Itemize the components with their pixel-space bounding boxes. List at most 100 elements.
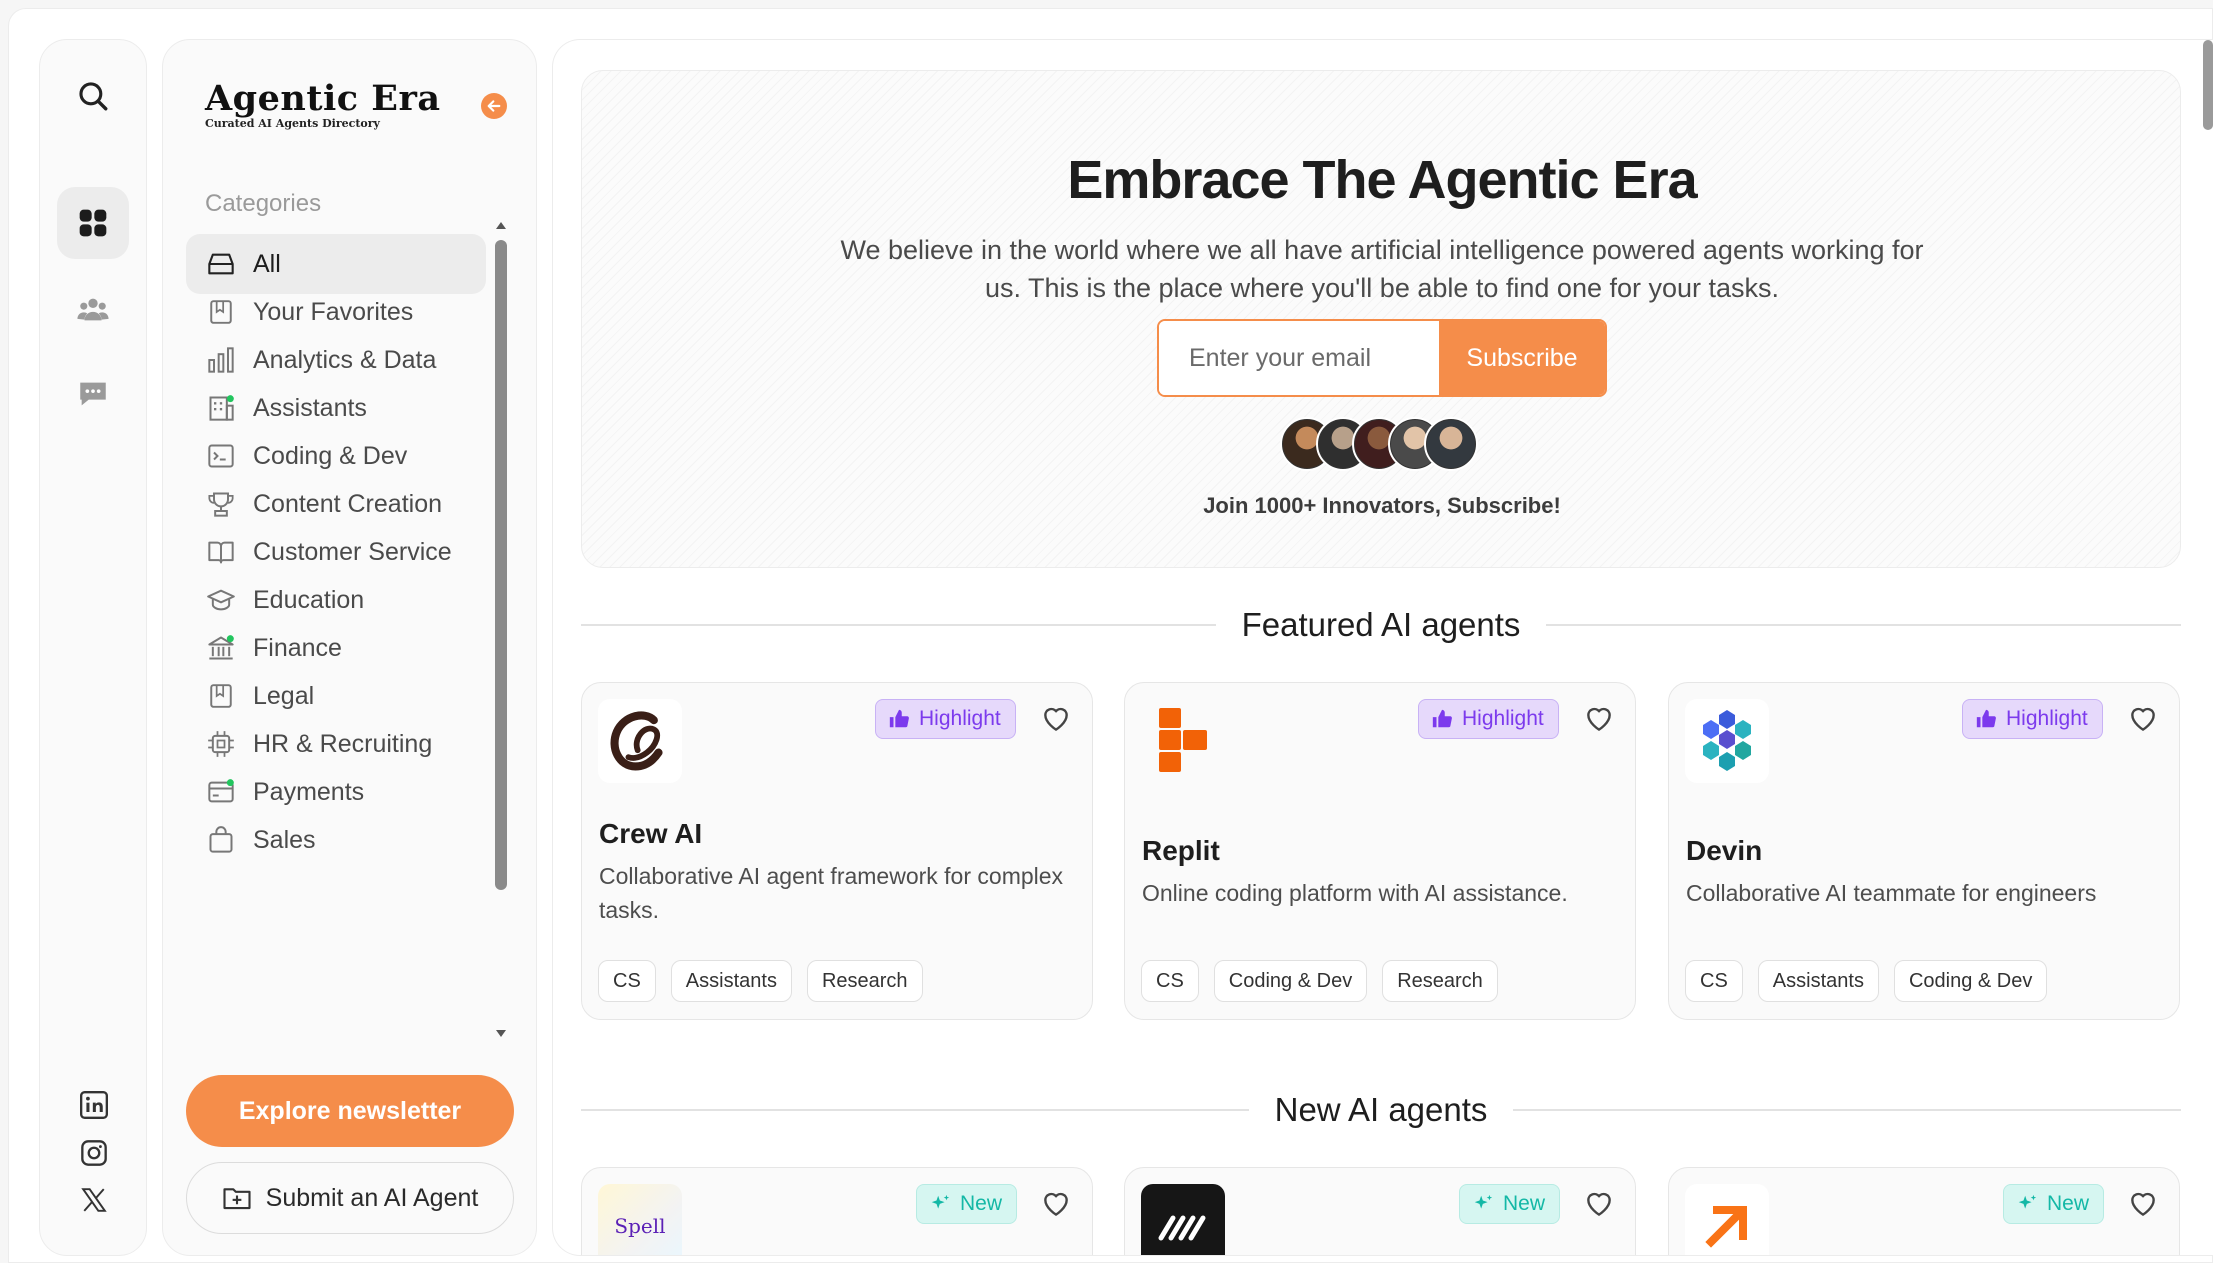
agent-description: Collaborative AI teammate for engineers: [1686, 880, 2097, 906]
spell-logo: Spell: [598, 1184, 682, 1255]
devin-logo: [1685, 699, 1769, 783]
favorite-button[interactable]: [1038, 1186, 1074, 1222]
agent-name: Devin: [1686, 835, 1763, 866]
email-input[interactable]: [1159, 321, 1439, 395]
favorite-button[interactable]: [1038, 701, 1074, 737]
tag[interactable]: Coding & Dev: [1213, 960, 1368, 1002]
agent-description: Online coding platform with AI assistanc…: [1142, 880, 1568, 906]
tag[interactable]: Assistants: [1757, 960, 1879, 1002]
graduation-cap-icon: [206, 585, 236, 615]
tag[interactable]: CS: [1141, 960, 1199, 1002]
tag[interactable]: Research: [1382, 960, 1498, 1002]
thumbs-up-icon: [1432, 709, 1452, 728]
agent-card-devin[interactable]: Highlight Devin Collaborative AI teammat…: [1668, 682, 2180, 1020]
badge-label: New: [1503, 1192, 1546, 1215]
agent-logo: [1141, 1184, 1225, 1255]
hero-description: We believe in the world where we all hav…: [840, 235, 1924, 303]
category-label: Sales: [253, 825, 316, 854]
subscriber-avatars: [1280, 417, 1478, 473]
agent-tags: CS Assistants Research: [598, 960, 938, 1002]
category-label: All: [253, 249, 281, 278]
new-badge: New: [2003, 1184, 2105, 1224]
scrollbar-thumb[interactable]: [495, 240, 507, 890]
category-sales[interactable]: Sales: [186, 810, 486, 870]
chat-button[interactable]: [57, 358, 129, 430]
collapse-sidebar-button[interactable]: [481, 93, 507, 119]
arrow-left-icon: [487, 100, 501, 112]
explore-newsletter-button[interactable]: Explore newsletter: [186, 1075, 514, 1147]
agent-card-crew-ai[interactable]: Highlight Crew AI Collaborative AI agent…: [581, 682, 1093, 1020]
heart-icon: [1587, 1192, 1611, 1216]
new-badge: New: [916, 1184, 1018, 1224]
heart-icon: [1587, 707, 1611, 731]
building-icon: [206, 393, 236, 423]
page-scrollbar[interactable]: [2203, 40, 2213, 130]
highlight-badge: Highlight: [875, 699, 1016, 739]
credit-card-icon: [206, 777, 236, 807]
linkedin-link[interactable]: [74, 1085, 114, 1125]
heart-icon: [2131, 1192, 2155, 1216]
agent-card-spell[interactable]: Spell New: [581, 1167, 1093, 1255]
users-icon: [77, 298, 109, 321]
terminal-icon: [206, 441, 236, 471]
category-label: Assistants: [253, 393, 367, 422]
featured-title: Featured AI agents: [1241, 606, 1521, 643]
grid-icon: [79, 209, 107, 237]
directory-button[interactable]: [57, 187, 129, 259]
badge-label: Highlight: [2006, 707, 2088, 730]
folder-plus-icon: [223, 1188, 251, 1210]
thumbs-up-icon: [889, 709, 909, 728]
highlight-badge: Highlight: [1962, 699, 2103, 739]
agent-card-new-3[interactable]: New: [1668, 1167, 2180, 1255]
submit-agent-label: Submit an AI Agent: [265, 1183, 479, 1212]
bookmark-icon: [206, 297, 236, 327]
icon-rail: [39, 39, 147, 1256]
category-label: Legal: [253, 681, 315, 710]
instagram-link[interactable]: [74, 1133, 114, 1173]
tag[interactable]: Coding & Dev: [1893, 960, 2048, 1002]
main-content: Embrace The Agentic Era We believe in th…: [552, 39, 2213, 1256]
favorite-button[interactable]: [2125, 1186, 2161, 1222]
trophy-icon: [206, 489, 236, 519]
agent-name: Replit: [1142, 835, 1220, 866]
new-agents-title: New AI agents: [1274, 1091, 1488, 1128]
subscribe-button[interactable]: Subscribe: [1439, 321, 1605, 395]
favorite-button[interactable]: [1581, 1186, 1617, 1222]
sparkles-icon: [1474, 1194, 1493, 1209]
brand-logo[interactable]: Agentic Era Curated AI Agents Directory: [205, 78, 441, 130]
tag[interactable]: CS: [1685, 960, 1743, 1002]
heart-icon: [1044, 1192, 1068, 1216]
spell-logo-text: Spell: [614, 1214, 666, 1238]
divider: [581, 1109, 1249, 1111]
agent-card-new-2[interactable]: New: [1124, 1167, 1636, 1255]
search-icon: [79, 82, 108, 111]
search-button[interactable]: [57, 60, 129, 132]
community-button[interactable]: [57, 273, 129, 345]
agent-card-replit[interactable]: Highlight Replit Online coding platform …: [1124, 682, 1636, 1020]
submit-agent-button[interactable]: Submit an AI Agent: [186, 1162, 514, 1234]
thumbs-up-icon: [1976, 709, 1996, 728]
category-label: Payments: [253, 777, 365, 806]
bookmark-icon: [206, 681, 236, 711]
category-label: Coding & Dev: [253, 441, 408, 470]
tag[interactable]: Research: [806, 960, 923, 1002]
chat-icon: [80, 382, 106, 406]
x-link[interactable]: [74, 1180, 114, 1220]
new-badge: New: [1459, 1184, 1561, 1224]
category-label: Education: [253, 585, 365, 614]
agent-logo: [1685, 1184, 1769, 1255]
sparkles-icon: [2018, 1194, 2037, 1209]
new-agents-heading: New AI agents: [581, 1090, 2182, 1130]
tag[interactable]: Assistants: [670, 960, 792, 1002]
agent-tags: CS Assistants Coding & Dev: [1685, 960, 2062, 1002]
crew-ai-logo: [598, 699, 682, 783]
category-sidebar: Agentic Era Curated AI Agents Directory …: [162, 39, 537, 1256]
favorite-button[interactable]: [2125, 701, 2161, 737]
bar-chart-icon: [206, 345, 236, 375]
tag[interactable]: CS: [598, 960, 656, 1002]
divider: [581, 624, 1216, 626]
heart-icon: [1044, 707, 1068, 731]
favorite-button[interactable]: [1581, 701, 1617, 737]
x-logo-icon: [81, 1188, 107, 1212]
divider: [1546, 624, 2182, 626]
